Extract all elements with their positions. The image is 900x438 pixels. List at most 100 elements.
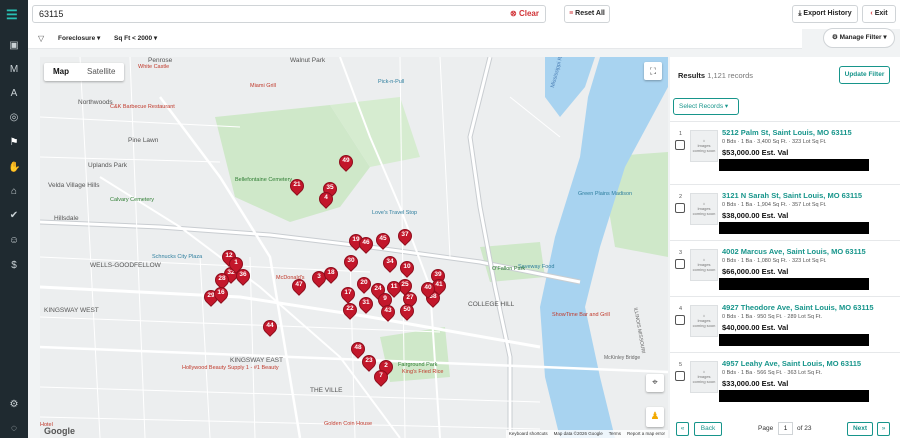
property-marker[interactable]: 34	[380, 253, 400, 276]
result-checkbox[interactable]	[675, 371, 685, 381]
result-item[interactable]: 4 ⌂ Images coming soon 4927 Theodore Ave, S…	[670, 296, 900, 354]
first-page-button[interactable]: «	[676, 422, 689, 436]
user-icon[interactable]: ☺	[8, 235, 20, 247]
map-label[interactable]: Schnucks City Plaza	[152, 254, 202, 260]
dollar-icon[interactable]: $	[8, 260, 20, 272]
keyboard-shortcuts-link[interactable]: Keyboard shortcuts	[509, 430, 548, 438]
map-label: Velda Village Hills	[48, 182, 100, 189]
search-input[interactable]: 63115 ⊗ Clear	[32, 5, 546, 23]
result-address-link[interactable]: 3121 N Sarah St, Saint Louis, MO 63115	[722, 191, 862, 200]
result-checkbox[interactable]	[675, 140, 685, 150]
property-marker[interactable]: 11	[384, 278, 404, 301]
property-marker[interactable]: 1	[226, 254, 246, 277]
map-label[interactable]: Miami Grill	[250, 83, 276, 89]
search-value[interactable]: 63115	[39, 9, 63, 19]
marketing-icon[interactable]: M	[8, 64, 20, 76]
property-marker[interactable]: 16	[211, 284, 231, 307]
property-marker[interactable]: 7	[371, 367, 391, 390]
map-label[interactable]: ShowTime Bar and Grill	[552, 312, 610, 318]
property-marker[interactable]: 4	[316, 189, 336, 212]
result-address-link[interactable]: 5212 Palm St, Saint Louis, MO 63115	[722, 128, 852, 137]
settings-icon[interactable]: ⚙	[8, 399, 20, 411]
property-marker[interactable]: 30	[341, 252, 361, 275]
result-item[interactable]: 3 ⌂ Images coming soon 4002 Marcus Ave, Sai…	[670, 240, 900, 298]
redacted-block	[719, 222, 869, 234]
satellite-tab[interactable]: Satellite	[78, 63, 124, 81]
marker-number: 43	[384, 307, 392, 314]
property-marker[interactable]: 31	[356, 294, 376, 317]
property-marker[interactable]: 49	[336, 152, 356, 175]
filter-chip-foreclosure[interactable]: Foreclosure ▾	[58, 34, 100, 42]
filter-chip-sqft[interactable]: Sq Ft < 2000 ▾	[114, 34, 157, 42]
property-marker[interactable]: 50	[397, 301, 417, 324]
next-button[interactable]: Next	[847, 422, 873, 436]
map-label: KINGSWAY WEST	[44, 307, 99, 314]
map-label[interactable]: Love's Travel Stop	[372, 210, 417, 216]
property-marker[interactable]: 18	[321, 264, 341, 287]
last-page-button[interactable]: »	[877, 422, 890, 436]
report-error-link[interactable]: Report a map error	[627, 430, 665, 438]
property-search-icon[interactable]: ⚑	[8, 137, 20, 149]
result-item[interactable]: 1 ⌂ Images coming soon 5212 Palm St, Saint …	[670, 121, 900, 179]
map-label: WELLS-GOODFELLOW	[90, 262, 161, 269]
map-label[interactable]: Hotel	[40, 422, 53, 428]
hand-icon[interactable]: ✋	[8, 162, 20, 174]
locate-icon[interactable]: ⌖	[646, 374, 664, 392]
target-icon[interactable]: ◎	[8, 112, 20, 124]
reset-all-button[interactable]: ≡ Reset All	[564, 5, 610, 23]
property-marker[interactable]: 37	[395, 226, 415, 249]
update-filter-button[interactable]: Update Filter	[839, 66, 890, 84]
property-marker[interactable]: 40	[418, 279, 438, 302]
marker-number: 46	[362, 239, 370, 246]
home-icon[interactable]: ⌂	[8, 186, 20, 198]
property-marker[interactable]: 43	[378, 302, 398, 325]
manage-filter-button[interactable]: ⚙ Manage Filter ▾	[823, 28, 895, 48]
property-marker[interactable]: 22	[340, 300, 360, 323]
property-marker[interactable]: 46	[356, 234, 376, 257]
map-label[interactable]: Golden Coin House	[324, 421, 372, 427]
map-label: Pine Lawn	[128, 137, 159, 144]
property-marker[interactable]: 21	[287, 176, 307, 199]
result-item[interactable]: 5 ⌂ Images coming soon 4957 Leahy Ave, Sain…	[670, 352, 900, 410]
result-address-link[interactable]: 4927 Theodore Ave, Saint Louis, MO 63115	[722, 303, 874, 312]
pegman-icon[interactable]: ♟	[646, 407, 664, 427]
terms-link[interactable]: Terms	[609, 430, 621, 438]
fullscreen-icon[interactable]: ⛶	[644, 62, 662, 80]
back-button[interactable]: Back	[694, 422, 722, 436]
result-address-link[interactable]: 4002 Marcus Ave, Saint Louis, MO 63115	[722, 247, 866, 256]
result-item[interactable]: 2 ⌂ Images coming soon 3121 N Sarah St, Sai…	[670, 184, 900, 242]
dashboard-icon[interactable]: ▣	[8, 40, 20, 52]
select-records-dropdown[interactable]: Select Records ▾	[673, 98, 739, 115]
clear-label: Clear	[518, 9, 539, 18]
result-meta: 0 Bds · 1 Ba · 1,904 Sq Ft. · 357 Lot Sq…	[722, 202, 827, 208]
map-label[interactable]: C&K Barbecue Restaurant	[110, 104, 175, 110]
property-marker[interactable]: 45	[373, 230, 393, 253]
map-label[interactable]: Pick-n-Pull	[378, 79, 404, 85]
map-label[interactable]: Green Plains Madison	[578, 191, 632, 197]
result-checkbox[interactable]	[675, 259, 685, 269]
map-label: O'Fallon Park	[492, 266, 526, 272]
marker-number: 10	[403, 263, 411, 270]
app-logo[interactable]: ☰	[6, 8, 22, 22]
result-checkbox[interactable]	[675, 315, 685, 325]
export-history-button[interactable]: ⤓ Export History	[792, 5, 858, 23]
page-input[interactable]: 1	[778, 422, 793, 435]
map-label[interactable]: Hollywood Beauty Supply 1 - #1 Beauty	[182, 365, 279, 371]
map-type-toggle[interactable]: Map Satellite	[44, 63, 125, 81]
exit-button[interactable]: ‹ Exit	[862, 5, 896, 23]
support-icon[interactable]: ◌	[8, 423, 20, 435]
map-label: Bellefontaine Cemetery	[235, 177, 293, 183]
ai-icon[interactable]: A	[8, 88, 20, 100]
map-label[interactable]: King's Fried Rice	[402, 369, 443, 375]
map-tab[interactable]: Map	[44, 63, 78, 81]
clear-button[interactable]: ⊗ Clear	[510, 9, 539, 18]
property-marker[interactable]: 47	[289, 276, 309, 299]
filter-icon[interactable]: ▽	[38, 34, 44, 43]
property-marker[interactable]: 44	[260, 317, 280, 340]
check-circle-icon[interactable]: ✔	[8, 210, 20, 222]
result-address-link[interactable]: 4957 Leahy Ave, Saint Louis, MO 63115	[722, 359, 861, 368]
marker-number: 40	[424, 284, 432, 291]
result-checkbox[interactable]	[675, 203, 685, 213]
map-label[interactable]: White Castle	[138, 64, 169, 70]
map-view[interactable]: Map Satellite ⛶ ⌖ ♟ Google Keyboard shor…	[40, 57, 668, 438]
